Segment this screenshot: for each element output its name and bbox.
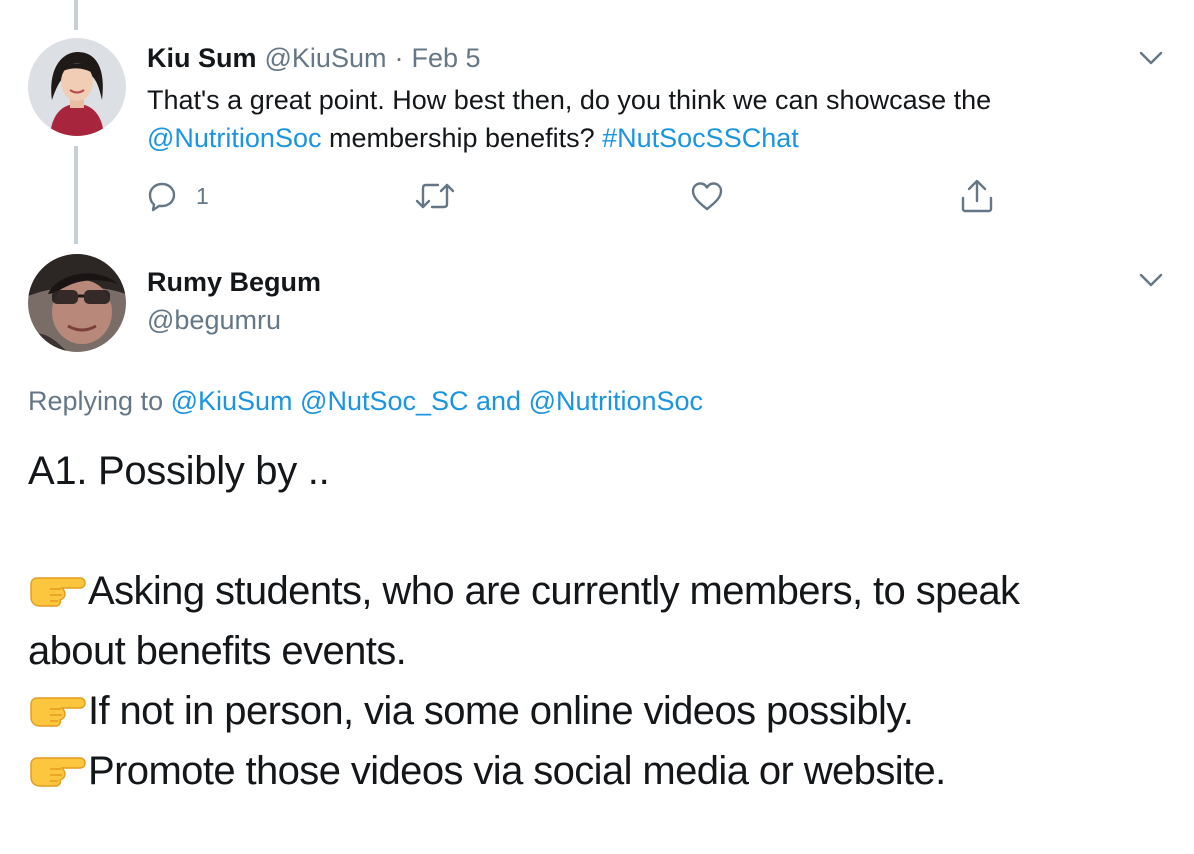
- tweet2-point2: If not in person, via some online videos…: [28, 684, 914, 738]
- replying-to-users[interactable]: @KiuSum @NutSoc_SC and @NutritionSoc: [171, 386, 703, 416]
- tweet2-point3-text: Promote those videos via social media or…: [88, 749, 946, 793]
- share-icon: [961, 179, 993, 213]
- reply-count: 1: [196, 182, 209, 209]
- retweet-icon: [415, 183, 455, 209]
- tweet2-point1-text-a: Asking students, who are currently membe…: [88, 569, 1020, 613]
- replying-to-line: Replying to @KiuSum @NutSoc_SC and @Nutr…: [28, 383, 703, 419]
- retweet-button[interactable]: [414, 178, 456, 214]
- tweet1-text-a: That's a great point. How best then, do …: [147, 85, 992, 115]
- tweet2-point2-text: If not in person, via some online videos…: [88, 689, 914, 733]
- tweet1-author-name[interactable]: Kiu Sum: [147, 43, 257, 74]
- avatar-image: [28, 38, 126, 136]
- like-button[interactable]: [690, 178, 724, 214]
- tweet2-point1-line1: Asking students, who are currently membe…: [28, 564, 1020, 618]
- reply-icon: [148, 182, 176, 212]
- tweet2-author-handle[interactable]: @begumru: [147, 302, 281, 338]
- tweet1-author-handle[interactable]: @KiuSum: [265, 43, 387, 74]
- share-button[interactable]: [960, 176, 994, 216]
- tweet1-text-line1: That's a great point. How best then, do …: [147, 82, 991, 118]
- avatar-rumy-begum[interactable]: [28, 254, 126, 352]
- tweet1-separator: ·: [394, 42, 404, 73]
- reply-button[interactable]: 1: [146, 176, 209, 216]
- backhand-index-pointing-right-emoji: [30, 757, 86, 787]
- chevron-down-icon: [1139, 273, 1163, 287]
- backhand-index-pointing-right-emoji: [30, 697, 86, 727]
- tweet1-text-line2: @NutritionSoc membership benefits? #NutS…: [147, 120, 799, 156]
- tweet1-header: Kiu Sum @KiuSum · Feb 5: [147, 40, 481, 76]
- tweet1-text-b: membership benefits?: [321, 123, 603, 153]
- tweet1-mention-link[interactable]: @NutritionSoc: [147, 123, 321, 153]
- tweet2-point3: Promote those videos via social media or…: [28, 744, 946, 798]
- tweet2-menu-caret[interactable]: [1136, 268, 1166, 292]
- tweet2-author-name[interactable]: Rumy Begum: [147, 264, 321, 300]
- replying-to-prefix: Replying to: [28, 386, 171, 416]
- avatar-image: [28, 254, 126, 352]
- thread-line-middle: [74, 146, 78, 244]
- avatar-kiu-sum[interactable]: [28, 38, 126, 136]
- tweet1-hashtag-link[interactable]: #NutSocSSChat: [602, 123, 799, 153]
- tweet1-menu-caret[interactable]: [1136, 46, 1166, 70]
- tweet2-point1-line2: about benefits events.: [28, 629, 407, 673]
- heart-icon: [691, 182, 723, 211]
- tweet1-date[interactable]: Feb 5: [411, 43, 480, 74]
- chevron-down-icon: [1139, 51, 1163, 65]
- tweet2-intro: A1. Possibly by ..: [28, 449, 330, 493]
- thread-line-top: [74, 0, 78, 30]
- backhand-index-pointing-right-emoji: [30, 577, 86, 607]
